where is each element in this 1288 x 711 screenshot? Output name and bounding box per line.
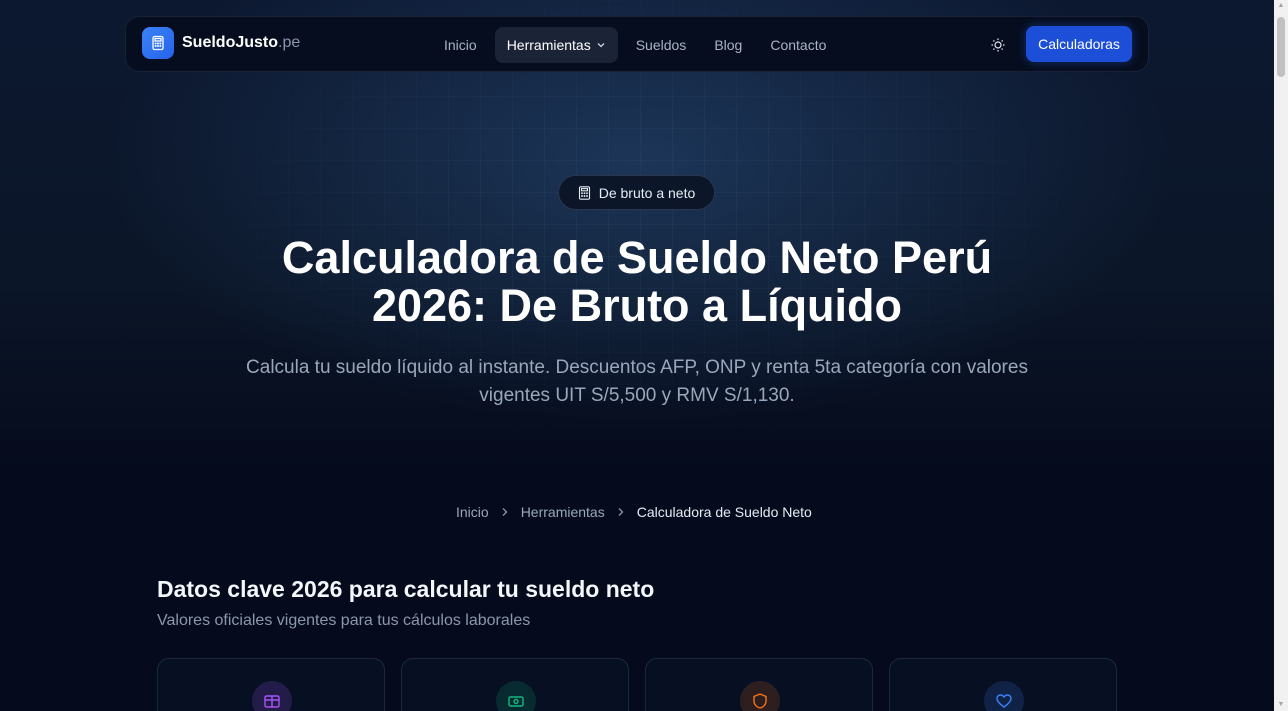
- calculator-icon: [578, 185, 590, 200]
- calculator-logo-icon: [142, 27, 174, 59]
- sun-icon: [991, 38, 1005, 52]
- logo-tld: .pe: [278, 34, 301, 51]
- chevron-right-icon: [501, 507, 509, 517]
- hero-badge: De bruto a neto: [558, 175, 715, 210]
- scrollbar-track[interactable]: [1274, 0, 1288, 711]
- hero-badge-label: De bruto a neto: [598, 184, 696, 201]
- logo-name: SueldoJusto.pe: [182, 34, 301, 51]
- banknote-icon: [496, 681, 536, 711]
- key-data-card: [157, 658, 385, 711]
- shield-icon: [740, 681, 780, 711]
- key-data-card: [401, 658, 629, 711]
- nav-link-blog[interactable]: Blog: [704, 27, 752, 63]
- nav-link-herramientas-label: Herramientas: [506, 37, 591, 53]
- page-title: Calculadora de Sueldo Neto Perú 2026: De…: [281, 232, 993, 331]
- section-title: Datos clave 2026 para calcular tu sueldo…: [157, 576, 655, 602]
- nav-link-contacto[interactable]: Contacto: [760, 27, 836, 63]
- theme-toggle-button[interactable]: [988, 35, 1008, 55]
- scroll-down-arrow-icon[interactable]: ▼: [1277, 701, 1285, 709]
- chevron-down-icon: [597, 43, 605, 48]
- breadcrumb-inicio[interactable]: Inicio: [456, 504, 489, 520]
- section-subtitle: Valores oficiales vigentes para tus cálc…: [157, 612, 531, 629]
- calculadoras-button[interactable]: Calculadoras: [1026, 26, 1132, 62]
- scroll-up-arrow-icon[interactable]: ▲: [1277, 2, 1285, 10]
- site-logo[interactable]: SueldoJusto.pe: [142, 27, 300, 59]
- nav-link-inicio[interactable]: Inicio: [434, 27, 487, 63]
- breadcrumb-herramientas[interactable]: Herramientas: [521, 504, 605, 520]
- nav-link-sueldos[interactable]: Sueldos: [626, 27, 697, 63]
- chevron-right-icon: [617, 507, 625, 517]
- heart-icon: [984, 681, 1024, 711]
- briefcase-icon: [252, 681, 292, 711]
- scrollbar-thumb[interactable]: [1277, 17, 1285, 77]
- key-data-card: [889, 658, 1117, 711]
- breadcrumb-current: Calculadora de Sueldo Neto: [636, 504, 812, 520]
- nav-links: Inicio Herramientas Sueldos Blog Contact…: [434, 27, 844, 63]
- nav-link-herramientas[interactable]: Herramientas: [494, 27, 618, 63]
- key-data-card: [645, 658, 873, 711]
- hero-subtitle: Calcula tu sueldo líquido al instante. D…: [246, 357, 1028, 406]
- breadcrumb: Inicio Herramientas Calculadora de Sueld…: [456, 502, 812, 522]
- top-navbar: SueldoJusto.pe Inicio Herramientas Sueld…: [125, 16, 1149, 72]
